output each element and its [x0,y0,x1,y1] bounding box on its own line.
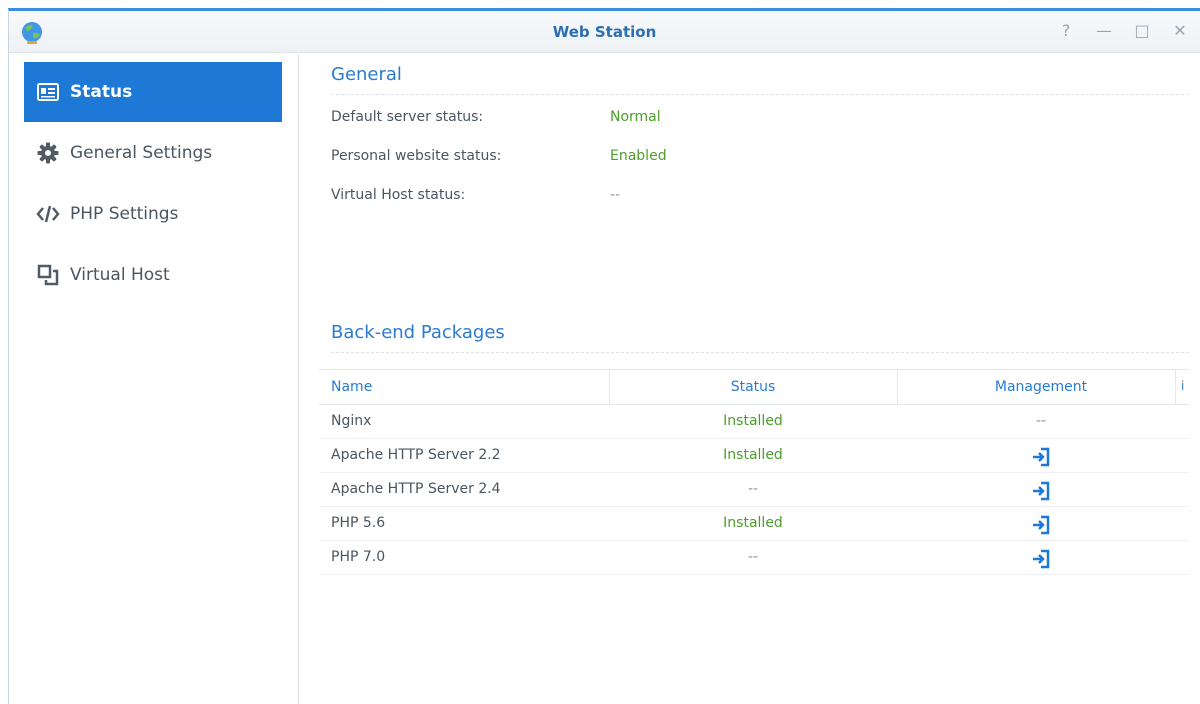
sidebar-item-label: General Settings [70,143,213,163]
backend-divider [331,352,1189,353]
package-status: Installed [723,515,783,531]
table-row[interactable]: PHP 5.6 Installed [319,507,1189,541]
sidebar-item-status[interactable]: Status [24,62,282,122]
backend-packages-table: Name Status Management i Nginx Installed… [319,369,1189,575]
package-status: Installed [723,447,783,463]
window-title: Web Station [552,23,657,41]
virtual-host-status-value: -- [610,187,621,203]
package-management [897,515,1185,539]
table-row[interactable]: Nginx Installed -- [319,405,1189,439]
virtual-host-icon [36,263,60,287]
default-server-status-label: Default server status: [331,109,484,125]
backend-section-title: Back-end Packages [331,322,505,343]
sidebar-item-general-settings[interactable]: General Settings [24,123,282,183]
open-icon[interactable] [1031,515,1051,535]
package-status: -- [747,481,759,497]
package-name: Apache HTTP Server 2.4 [331,481,501,497]
column-header-management[interactable]: Management [897,379,1185,395]
column-menu-icon[interactable]: i [1181,379,1184,393]
general-divider [331,94,1189,95]
package-status: -- [747,549,759,565]
title-bar: Web Station ? — □ ✕ [9,11,1200,53]
open-icon[interactable] [1031,481,1051,501]
package-status: Installed [723,413,783,429]
personal-website-status-label: Personal website status: [331,148,502,164]
default-server-status-value: Normal [610,109,661,125]
main-panel: General Default server status: Normal Pe… [319,54,1189,704]
gear-icon [36,141,60,165]
package-name: PHP 5.6 [331,515,386,531]
table-row[interactable]: Apache HTTP Server 2.4 -- [319,473,1189,507]
sidebar: Status General Settings PHP Settings Vir… [9,54,299,704]
table-row[interactable]: PHP 7.0 -- [319,541,1189,575]
package-management [897,481,1185,505]
sidebar-item-label: Virtual Host [70,265,170,285]
general-section-title: General [331,64,402,85]
table-header: Name Status Management i [319,369,1189,405]
sidebar-item-label: PHP Settings [70,204,179,224]
web-station-window: Web Station ? — □ ✕ Status General Setti… [8,8,1200,704]
code-icon [36,202,60,226]
table-row[interactable]: Apache HTTP Server 2.2 Installed [319,439,1189,473]
help-icon[interactable]: ? [1055,21,1077,40]
package-management [897,447,1185,471]
open-icon[interactable] [1031,447,1051,467]
status-card-icon [36,80,60,104]
sidebar-item-virtual-host[interactable]: Virtual Host [24,245,282,305]
personal-website-status-value: Enabled [610,148,667,164]
column-divider[interactable] [1175,370,1176,405]
maximize-icon[interactable]: □ [1131,21,1153,40]
column-header-status[interactable]: Status [609,379,897,395]
open-icon[interactable] [1031,549,1051,569]
package-name: Nginx [331,413,372,429]
package-management [897,549,1185,573]
package-management: -- [1035,413,1047,429]
sidebar-item-php-settings[interactable]: PHP Settings [24,184,282,244]
column-header-name[interactable]: Name [331,379,372,395]
close-icon[interactable]: ✕ [1169,21,1191,40]
package-name: PHP 7.0 [331,549,386,565]
minimize-icon[interactable]: — [1093,21,1115,40]
virtual-host-status-label: Virtual Host status: [331,187,466,203]
package-name: Apache HTTP Server 2.2 [331,447,501,463]
sidebar-item-label: Status [70,82,133,102]
